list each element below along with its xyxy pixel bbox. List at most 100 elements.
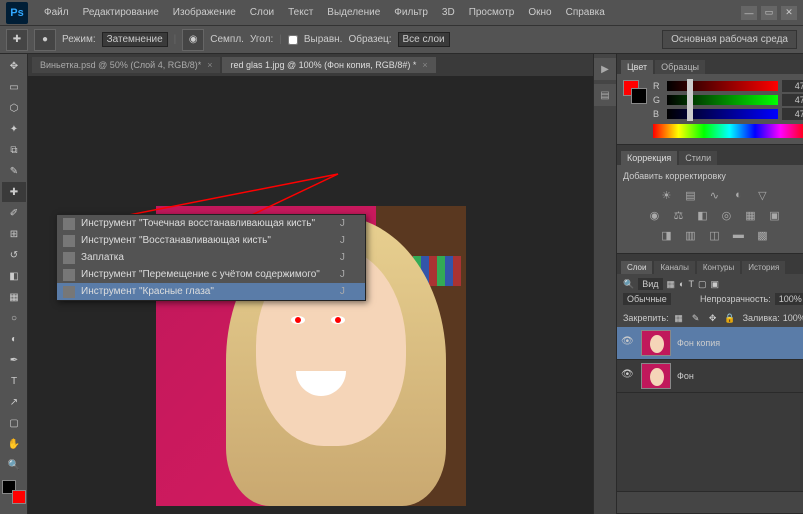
sample-layers-select[interactable]: Все слои — [398, 32, 450, 47]
tool-preset-icon[interactable]: ✚ — [6, 29, 28, 51]
hand-tool[interactable]: ✋ — [2, 434, 26, 454]
adj-gradient-map-icon[interactable]: ▬ — [729, 227, 747, 243]
brush-preset-icon[interactable]: ● — [34, 29, 56, 51]
menu-view[interactable]: Просмотр — [463, 3, 521, 22]
color-tab[interactable]: Цвет — [621, 60, 653, 74]
layer-visibility-icon[interactable] — [621, 369, 635, 383]
stamp-tool[interactable]: ⊞ — [2, 224, 26, 244]
mode-select[interactable]: Затемнение — [102, 32, 168, 47]
spectrum-ramp[interactable] — [653, 124, 803, 138]
r-value[interactable]: 47 — [782, 80, 803, 92]
adj-hue-icon[interactable]: ◉ — [645, 207, 663, 223]
move-tool[interactable]: ✥ — [2, 56, 26, 76]
panel-color-swatch[interactable] — [623, 80, 647, 104]
paths-tab[interactable]: Контуры — [697, 261, 740, 274]
menu-text[interactable]: Текст — [282, 3, 319, 22]
adj-mixer-icon[interactable]: ▦ — [741, 207, 759, 223]
filter-smart-icon[interactable]: ▣ — [710, 279, 719, 290]
lock-position-icon[interactable]: ✥ — [706, 311, 720, 325]
menu-file[interactable]: Файл — [38, 3, 75, 22]
adj-exposure-icon[interactable]: ◐ — [729, 187, 747, 203]
filter-icon[interactable]: 🔍 — [623, 279, 634, 290]
lock-paint-icon[interactable]: ✎ — [689, 311, 703, 325]
lock-transparency-icon[interactable]: ▦ — [672, 311, 686, 325]
adjustments-tab[interactable]: Коррекция — [621, 151, 677, 165]
flyout-patch[interactable]: ЗаплаткаJ — [57, 249, 365, 266]
menu-window[interactable]: Окно — [522, 3, 557, 22]
wand-tool[interactable]: ✦ — [2, 119, 26, 139]
menu-layers[interactable]: Слои — [244, 3, 280, 22]
b-slider[interactable] — [667, 109, 778, 119]
swatches-tab[interactable]: Образцы — [655, 60, 705, 74]
flyout-content-aware-move[interactable]: Инструмент "Перемещение с учётом содержи… — [57, 266, 365, 283]
tab-close-icon[interactable]: × — [207, 60, 212, 70]
brush-tool[interactable]: ✐ — [2, 203, 26, 223]
text-tool[interactable]: T — [2, 371, 26, 391]
tab-close-icon[interactable]: × — [422, 60, 427, 70]
maximize-button[interactable]: ▭ — [761, 6, 777, 20]
adj-lookup-icon[interactable]: ▣ — [765, 207, 783, 223]
blur-tool[interactable]: ○ — [2, 308, 26, 328]
filter-shape-icon[interactable]: ▢ — [698, 279, 707, 290]
adj-brightness-icon[interactable]: ☀ — [657, 187, 675, 203]
filter-type-select[interactable]: Вид — [638, 278, 662, 290]
layers-tab[interactable]: Слои — [621, 261, 652, 274]
r-slider[interactable] — [667, 81, 778, 91]
background-color[interactable] — [12, 490, 26, 504]
menu-select[interactable]: Выделение — [321, 3, 386, 22]
dodge-tool[interactable]: ◐ — [2, 329, 26, 349]
layer-visibility-icon[interactable] — [621, 336, 635, 350]
g-value[interactable]: 47 — [782, 94, 803, 106]
layer-item[interactable]: Фон копия — [617, 327, 803, 360]
healing-tool[interactable]: ✚ — [2, 182, 26, 202]
menu-filter[interactable]: Фильтр — [388, 3, 434, 22]
layer-item[interactable]: Фон — [617, 360, 803, 393]
adj-levels-icon[interactable]: ▤ — [681, 187, 699, 203]
marquee-tool[interactable]: ▭ — [2, 77, 26, 97]
flyout-healing-brush[interactable]: Инструмент "Восстанавливающая кисть"J — [57, 232, 365, 249]
adj-threshold-icon[interactable]: ◫ — [705, 227, 723, 243]
strip-icon-2[interactable]: ▤ — [594, 84, 616, 106]
lock-all-icon[interactable]: 🔒 — [723, 311, 737, 325]
channels-tab[interactable]: Каналы — [654, 261, 694, 274]
strip-icon-1[interactable]: ▶ — [594, 58, 616, 80]
layer-thumbnail[interactable] — [641, 330, 671, 356]
history-tab[interactable]: История — [742, 261, 785, 274]
menu-3d[interactable]: 3D — [436, 3, 461, 22]
adj-curves-icon[interactable]: ∿ — [705, 187, 723, 203]
document-tab-1[interactable]: Виньетка.psd @ 50% (Слой 4, RGB/8)* × — [32, 57, 220, 73]
menu-help[interactable]: Справка — [560, 3, 611, 22]
blend-mode-select[interactable]: Обычные — [623, 293, 671, 305]
adj-bw-icon[interactable]: ◧ — [693, 207, 711, 223]
filter-adj-icon[interactable]: ◐ — [679, 279, 684, 289]
b-value[interactable]: 47 — [782, 108, 803, 120]
flyout-red-eye[interactable]: Инструмент "Красные глаза"J — [57, 283, 365, 300]
lasso-tool[interactable]: ⬡ — [2, 98, 26, 118]
close-button[interactable]: ✕ — [781, 6, 797, 20]
layer-name[interactable]: Фон копия — [677, 338, 720, 348]
minimize-button[interactable]: — — [741, 6, 757, 20]
zoom-tool[interactable]: 🔍 — [2, 455, 26, 475]
layer-thumbnail[interactable] — [641, 363, 671, 389]
path-tool[interactable]: ↗ — [2, 392, 26, 412]
eyedropper-tool[interactable]: ✎ — [2, 161, 26, 181]
filter-pixel-icon[interactable]: ▦ — [667, 279, 676, 290]
filter-text-icon[interactable]: T — [688, 279, 694, 289]
adj-photo-filter-icon[interactable]: ◎ — [717, 207, 735, 223]
menu-edit[interactable]: Редактирование — [77, 3, 165, 22]
pen-tool[interactable]: ✒ — [2, 350, 26, 370]
opacity-value[interactable]: 100% — [775, 293, 803, 305]
gradient-tool[interactable]: ▦ — [2, 287, 26, 307]
history-brush-tool[interactable]: ↺ — [2, 245, 26, 265]
adj-selective-icon[interactable]: ▩ — [753, 227, 771, 243]
source-icon[interactable]: ◉ — [182, 29, 204, 51]
workspace-switcher[interactable]: Основная рабочая среда — [662, 30, 797, 49]
fill-value[interactable]: 100% — [783, 313, 803, 323]
eraser-tool[interactable]: ◧ — [2, 266, 26, 286]
shape-tool[interactable]: ▢ — [2, 413, 26, 433]
styles-tab[interactable]: Стили — [679, 151, 717, 165]
adj-invert-icon[interactable]: ◨ — [657, 227, 675, 243]
flyout-spot-healing[interactable]: Инструмент "Точечная восстанавливающая к… — [57, 215, 365, 232]
document-tab-2[interactable]: red glas 1.jpg @ 100% (Фон копия, RGB/8#… — [222, 57, 435, 73]
adj-posterize-icon[interactable]: ▥ — [681, 227, 699, 243]
